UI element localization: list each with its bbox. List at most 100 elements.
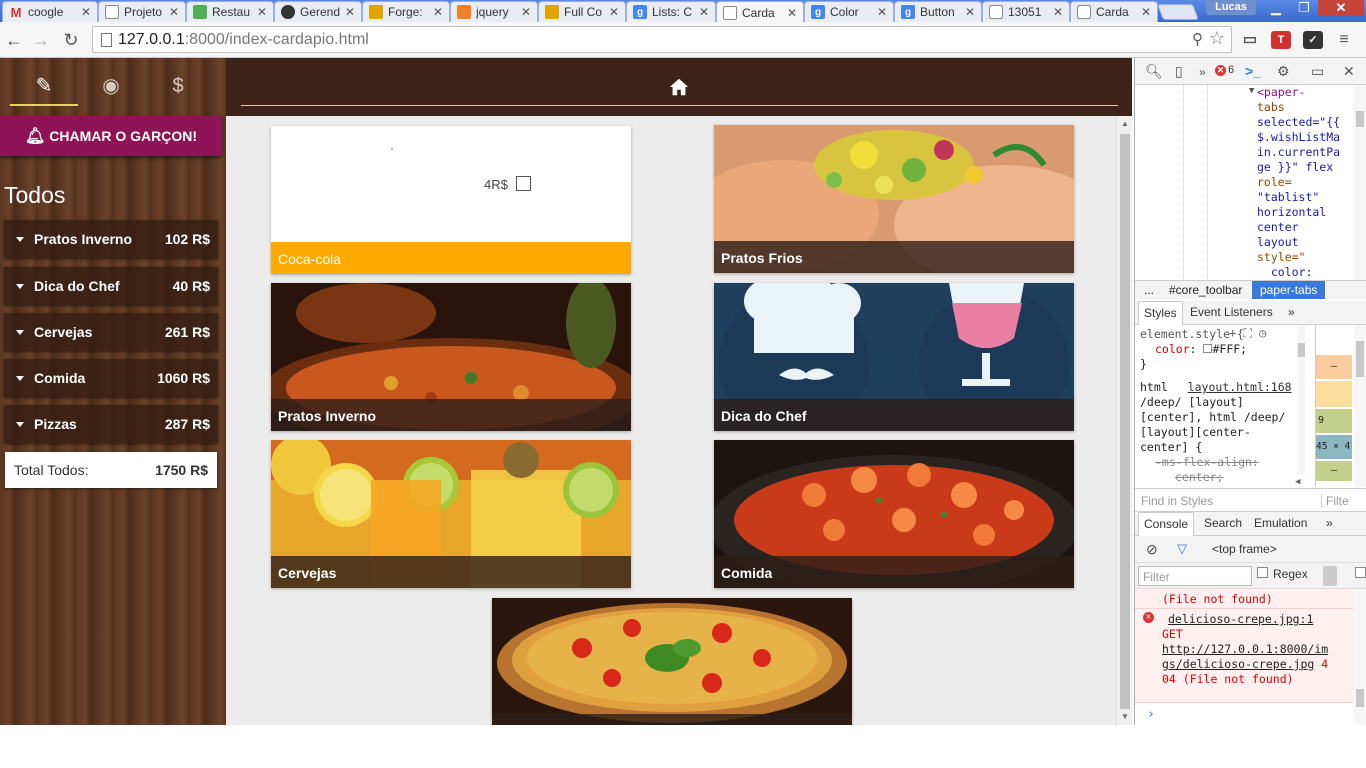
forward-arrow-icon[interactable]: → bbox=[30, 29, 52, 51]
preserve-log-checkbox[interactable] bbox=[1355, 567, 1366, 578]
tab-styles[interactable]: Styles bbox=[1138, 301, 1183, 325]
tab-emulation[interactable]: Emulation bbox=[1249, 512, 1312, 536]
home-icon[interactable] bbox=[668, 76, 690, 98]
dock-icon[interactable]: ▭ bbox=[1311, 63, 1324, 80]
styles-scrollbar[interactable] bbox=[1297, 325, 1305, 475]
browser-tab[interactable]: Mcoogle ✕ bbox=[2, 1, 98, 22]
scroll-thumb[interactable] bbox=[1298, 343, 1305, 357]
category-row-comida[interactable]: Comida 1060 R$ bbox=[4, 359, 218, 397]
tab-console[interactable]: Console bbox=[1138, 512, 1195, 536]
browser-tab[interactable]: Full Co ✕ bbox=[538, 1, 626, 22]
close-tab-icon[interactable]: ✕ bbox=[699, 5, 709, 19]
browser-tab[interactable]: g Color ✕ bbox=[804, 1, 894, 22]
extension-icon[interactable]: T bbox=[1271, 31, 1291, 49]
search-icon[interactable]: ⚲ bbox=[1192, 30, 1203, 48]
close-tab-icon[interactable]: ✕ bbox=[877, 5, 887, 19]
more-tabs-icon[interactable]: » bbox=[1283, 301, 1300, 325]
elements-scrollbar[interactable] bbox=[1353, 85, 1366, 280]
browser-tab[interactable]: Gerend ✕ bbox=[274, 1, 362, 22]
gear-icon[interactable]: ⚙ bbox=[1277, 63, 1290, 80]
browser-tab[interactable]: Projeto ✕ bbox=[98, 1, 186, 22]
scroll-arrows-icon[interactable]: ◀ ▶ bbox=[1295, 475, 1305, 487]
pencil-icon[interactable]: ✎ bbox=[10, 64, 78, 106]
tab-event-listeners[interactable]: Event Listeners bbox=[1185, 301, 1278, 325]
content-scrollbar[interactable]: ▲ ▼ bbox=[1116, 116, 1132, 725]
url-text[interactable]: 127.0.0.1:8000/index-cardapio.html bbox=[118, 31, 369, 49]
bookmark-star-icon[interactable]: ☆ bbox=[1209, 28, 1225, 49]
style-declaration[interactable]: color: #FFF; bbox=[1155, 342, 1247, 357]
clear-console-icon[interactable]: ⊘ bbox=[1146, 541, 1158, 558]
console-scrollbar[interactable] bbox=[1353, 589, 1366, 725]
profile-name[interactable]: Lucas bbox=[1206, 0, 1256, 15]
styles-pane[interactable]: element.style { color: #FFF; } html layou… bbox=[1135, 325, 1305, 487]
source-link[interactable]: layout.html:168 bbox=[1188, 380, 1292, 394]
menu-card-pratos-frios[interactable]: Pratos Frios bbox=[714, 125, 1074, 273]
back-arrow-icon[interactable]: ← bbox=[3, 29, 25, 51]
browser-tab[interactable]: jquery ✕ bbox=[450, 1, 538, 22]
menu-icon[interactable]: ≡ bbox=[1334, 31, 1354, 49]
regex-checkbox[interactable] bbox=[1257, 567, 1268, 578]
overridden-declaration[interactable]: -ms-flex-align: bbox=[1155, 455, 1259, 470]
category-row-dica-do-chef[interactable]: Dica do Chef 40 R$ bbox=[4, 267, 218, 305]
breadcrumb-item[interactable]: #core_toolbar bbox=[1169, 283, 1242, 297]
close-tab-icon[interactable]: ✕ bbox=[169, 5, 179, 19]
scroll-up-icon[interactable]: ▲ bbox=[1121, 119, 1129, 128]
close-tab-icon[interactable]: ✕ bbox=[433, 5, 443, 19]
cast-icon[interactable]: ▭ bbox=[1240, 31, 1260, 49]
call-waiter-button[interactable]: 🔔︎ CHAMAR O GARÇON! bbox=[0, 116, 222, 156]
scroll-thumb[interactable] bbox=[1120, 134, 1130, 709]
scroll-down-icon[interactable]: ▼ bbox=[1121, 712, 1129, 721]
browser-tab[interactable]: Carda ✕ bbox=[1070, 1, 1158, 22]
all-levels-button[interactable] bbox=[1323, 566, 1337, 586]
close-tab-icon[interactable]: ✕ bbox=[787, 6, 797, 20]
menu-card-comida[interactable]: Comida bbox=[714, 440, 1074, 588]
scroll-thumb[interactable] bbox=[1356, 341, 1364, 377]
browser-tab[interactable]: g Lists: C ✕ bbox=[626, 1, 716, 22]
request-url-link[interactable]: http://127.0.0.1:8000/imgs/delicioso-cre… bbox=[1162, 642, 1328, 671]
item-checkbox[interactable] bbox=[516, 176, 531, 191]
scroll-thumb[interactable] bbox=[1356, 689, 1364, 707]
dollar-icon[interactable]: $ bbox=[144, 64, 212, 106]
frame-selector[interactable]: <top frame> bbox=[1212, 542, 1277, 556]
dom-node-text[interactable]: <paper-tabs selected="{{$.wishListMa in.cu… bbox=[1257, 85, 1349, 280]
close-tab-icon[interactable]: ✕ bbox=[345, 5, 355, 19]
close-tab-icon[interactable]: ✕ bbox=[1141, 5, 1151, 19]
breadcrumb-item[interactable]: ... bbox=[1144, 283, 1154, 297]
console-prompt[interactable]: › bbox=[1147, 707, 1155, 722]
close-tab-icon[interactable]: ✕ bbox=[965, 5, 975, 19]
extension-icon[interactable]: ✓ bbox=[1303, 31, 1323, 49]
menu-card-cervejas[interactable]: Cervejas bbox=[271, 440, 631, 588]
menu-card-dica-do-chef[interactable]: Dica do Chef bbox=[714, 283, 1074, 431]
close-tab-icon[interactable]: ✕ bbox=[81, 5, 91, 19]
browser-tab-active[interactable]: Carda ✕ bbox=[716, 1, 804, 23]
find-in-styles[interactable]: Find in Styles Filte bbox=[1135, 488, 1366, 512]
console-log[interactable]: (File not found) ✕ delicioso-crepe.jpg:1… bbox=[1135, 589, 1353, 725]
more-tabs-icon[interactable]: » bbox=[1321, 512, 1338, 536]
close-tab-icon[interactable]: ✕ bbox=[1053, 5, 1063, 19]
device-mode-icon[interactable]: ▯ bbox=[1175, 63, 1183, 80]
source-link[interactable]: delicioso-crepe.jpg:1 bbox=[1168, 612, 1313, 626]
scroll-thumb[interactable] bbox=[1356, 111, 1364, 127]
new-rule-icon[interactable]: + ⛶ ◷ bbox=[1229, 326, 1266, 341]
category-row-pratos-inverno[interactable]: Pratos Inverno 102 R$ bbox=[4, 220, 218, 258]
filter-icon[interactable]: ▽ bbox=[1177, 541, 1187, 557]
elements-tree[interactable]: ▼ <paper-tabs selected="{{$.wishListMa in.… bbox=[1135, 85, 1366, 280]
menu-card-pratos-inverno[interactable]: Pratos Inverno bbox=[271, 283, 631, 431]
inspect-icon[interactable]: 🔍︎ bbox=[1145, 63, 1163, 80]
reload-icon[interactable]: ↻ bbox=[60, 29, 82, 51]
browser-tab[interactable]: Forge: ✕ bbox=[362, 1, 450, 22]
overridden-declaration[interactable]: center; bbox=[1175, 470, 1223, 485]
close-window-icon[interactable]: ✕ bbox=[1318, 0, 1364, 16]
console-drawer-icon[interactable]: >_ bbox=[1245, 63, 1261, 79]
expand-triangle-icon[interactable]: ▼ bbox=[1249, 86, 1254, 96]
eye-icon[interactable]: ◉ bbox=[77, 64, 145, 106]
more-panels-icon[interactable]: » bbox=[1199, 65, 1206, 79]
category-row-cervejas[interactable]: Cervejas 261 R$ bbox=[4, 313, 218, 351]
menu-card-pizzas[interactable]: Pizzas bbox=[492, 598, 852, 725]
browser-tab[interactable]: g Button ✕ bbox=[894, 1, 982, 22]
close-icon[interactable]: ✕ bbox=[1343, 63, 1355, 80]
close-tab-icon[interactable]: ✕ bbox=[521, 5, 531, 19]
browser-tab[interactable]: 13051 ✕ bbox=[982, 1, 1070, 22]
maximize-icon[interactable]: ❐ bbox=[1290, 0, 1318, 16]
computed-filter[interactable]: Filte bbox=[1321, 494, 1349, 508]
